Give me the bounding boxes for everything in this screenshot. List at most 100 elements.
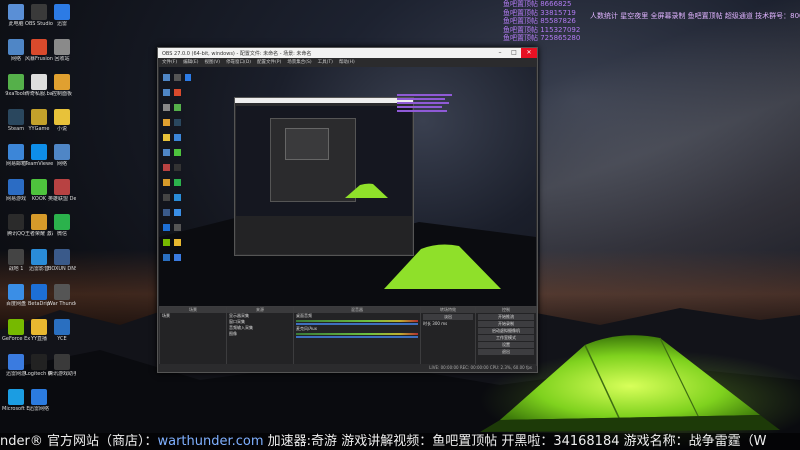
- minimize-icon[interactable]: –: [493, 48, 507, 58]
- app-icon: [8, 4, 24, 20]
- ticker-site: warthunder.com: [157, 434, 264, 449]
- desktop-icon-label: 英雄联盟 Desktop: [48, 196, 76, 202]
- app-icon: [31, 319, 47, 335]
- overlay-top-right: 人数统计 星空夜里 全屏幕录制 鱼吧置顶帖 超级通道 技术群号：800093: [590, 12, 800, 20]
- overlay-line: 鱼吧置顶帖 33815719: [503, 8, 576, 17]
- menu-edit[interactable]: 编辑(E): [183, 59, 198, 65]
- app-icon: [54, 4, 70, 20]
- desktop-icon[interactable]: 小说: [48, 109, 76, 132]
- mixer-meter: [296, 320, 418, 322]
- preview-desktop-icons: [161, 72, 191, 277]
- mixer-panel: 混音器 桌面音频 麦克风/Aux: [293, 306, 421, 366]
- app-icon: [54, 319, 70, 335]
- overlay-line: 鱼吧置顶帖 115327092: [503, 25, 581, 34]
- ticker-rest: 加速器:奇游 游戏讲解视频：鱼吧置顶帖 开黑啦：34168184 游戏名称：战争…: [263, 434, 767, 449]
- settings-button[interactable]: 设置: [478, 342, 534, 348]
- ticker-prefix: nder®: [0, 434, 47, 449]
- obs-title: OBS 27.0.0 (64-bit, windows) - 配置文件: 未命名…: [162, 50, 312, 57]
- app-icon: [31, 389, 47, 405]
- desktop-icon[interactable]: 迅雷: [48, 4, 76, 27]
- virtual-camera-button[interactable]: 启动虚拟摄像机: [478, 328, 534, 334]
- desktop-icon[interactable]: 控制面板: [48, 74, 76, 97]
- scenes-panel: 场景 场景: [159, 306, 227, 366]
- obs-status-bar: LIVE: 00:00:00 REC: 00:00:00 CPU: 2.3%, …: [159, 364, 536, 371]
- desktop-icon-label: YCE: [57, 336, 67, 342]
- desktop-icon-label: 网络: [56, 161, 67, 167]
- obs-window[interactable]: OBS 27.0.0 (64-bit, windows) - 配置文件: 未命名…: [157, 47, 538, 373]
- controls-panel: 控制 开始推流 开始录制 启动虚拟摄像机 工作室模式 设置 退出: [475, 306, 537, 366]
- app-icon: [31, 179, 47, 195]
- desktop-icon[interactable]: YCE: [48, 319, 76, 342]
- start-recording-button[interactable]: 开始录制: [478, 321, 534, 327]
- desktop-icon-label: 控制面板: [51, 91, 72, 97]
- controls-title: 控制: [476, 307, 536, 313]
- desktop-icon[interactable]: BOXUN DNS/SS: [48, 249, 76, 272]
- menu-view[interactable]: 视图(V): [204, 59, 220, 65]
- stream-overlay-list: 鱼吧置顶帖 8666825 鱼吧置顶帖 33815719 鱼吧置顶帖 85587…: [503, 0, 580, 43]
- desktop-icons: 此电脑OBS Studio迅雷网络风暴Frusion...回收站9xaTools…: [0, 0, 90, 435]
- app-icon: [54, 214, 70, 230]
- app-icon: [31, 4, 47, 20]
- transitions-panel: 转场特效 淡出 时长 300 ms: [420, 306, 476, 366]
- studio-mode-button[interactable]: 工作室模式: [478, 335, 534, 341]
- desktop-icon[interactable]: 网络: [48, 144, 76, 167]
- app-icon: [8, 109, 24, 125]
- desktop-icon[interactable]: 腾讯游戏助手: [48, 354, 76, 377]
- app-icon: [8, 389, 24, 405]
- menu-file[interactable]: 文件(F): [162, 59, 177, 65]
- desktop-icon-label: 回收站: [54, 56, 70, 62]
- desktop-icon[interactable]: 回收站: [48, 39, 76, 62]
- app-icon: [54, 354, 70, 370]
- mixer-track-label: 麦克风/Aux: [296, 326, 317, 331]
- obs-titlebar[interactable]: OBS 27.0.0 (64-bit, windows) - 配置文件: 未命名…: [158, 48, 537, 58]
- desktop-icon[interactable]: 微信: [48, 214, 76, 237]
- start-streaming-button[interactable]: 开始推流: [478, 314, 534, 320]
- app-icon: [8, 74, 24, 90]
- menu-scene-collection[interactable]: 场景集合(S): [287, 59, 311, 65]
- app-icon: [8, 354, 24, 370]
- overlay-line: 鱼吧置顶帖 85587826: [503, 17, 576, 25]
- desktop-icon-label: 迅雷: [56, 21, 67, 27]
- obs-preview[interactable]: [159, 67, 536, 337]
- transitions-title: 转场特效: [421, 307, 475, 313]
- menu-tools[interactable]: 工具(T): [318, 59, 333, 65]
- duration-label: 时长: [423, 321, 431, 326]
- overlay-line: 鱼吧置顶帖 725865280: [503, 34, 581, 42]
- app-icon: [31, 109, 47, 125]
- close-icon[interactable]: ✕: [521, 48, 537, 58]
- obs-menubar: 文件(F) 编辑(E) 视图(V) 停靠窗口(D) 配置文件(P) 场景集合(S…: [158, 58, 537, 66]
- exit-button[interactable]: 退出: [478, 349, 534, 355]
- desktop-icon[interactable]: War Thunder: [48, 284, 76, 307]
- desktop-icon[interactable]: 迅雷网络: [25, 389, 53, 412]
- app-icon: [31, 249, 47, 265]
- app-icon: [54, 249, 70, 265]
- app-icon: [8, 39, 24, 55]
- app-icon: [31, 74, 47, 90]
- app-icon: [31, 39, 47, 55]
- transition-select[interactable]: 淡出: [423, 314, 473, 320]
- maximize-icon[interactable]: □: [507, 48, 521, 58]
- mixer-slider[interactable]: [296, 323, 418, 325]
- desktop-icon-label: BOXUN DNS/SS: [48, 266, 76, 272]
- menu-docks[interactable]: 停靠窗口(D): [226, 59, 251, 65]
- source-item[interactable]: 图像: [227, 331, 293, 337]
- app-icon: [54, 39, 70, 55]
- mixer-meter: [296, 333, 418, 335]
- app-icon: [54, 109, 70, 125]
- menu-help[interactable]: 帮助(H): [339, 59, 355, 65]
- preview-overlay: [397, 92, 457, 116]
- app-icon: [54, 179, 70, 195]
- app-icon: [8, 284, 24, 300]
- duration-value[interactable]: 300 ms: [432, 321, 447, 326]
- desktop-icon-label: War Thunder: [48, 301, 76, 307]
- desktop-icon[interactable]: 英雄联盟 Desktop: [48, 179, 76, 202]
- app-icon: [8, 179, 24, 195]
- mixer-slider[interactable]: [296, 336, 418, 338]
- nested-obs-window: [234, 97, 414, 256]
- desktop-icon-label: 腾讯游戏助手: [48, 371, 76, 377]
- overlay-line: 鱼吧置顶帖 8666825: [503, 0, 572, 8]
- scene-item[interactable]: 场景: [160, 313, 226, 319]
- app-icon: [54, 74, 70, 90]
- menu-profile[interactable]: 配置文件(P): [257, 59, 281, 65]
- desktop-icon-label: 微信: [56, 231, 67, 237]
